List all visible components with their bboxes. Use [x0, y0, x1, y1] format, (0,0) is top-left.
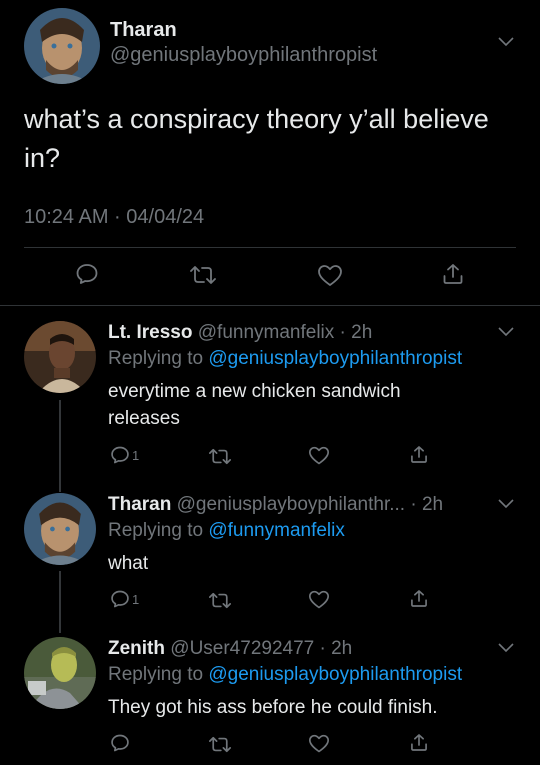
like-button[interactable] [308, 734, 330, 754]
like-icon [308, 734, 330, 754]
reply-display-name[interactable]: Lt. Iresso [108, 322, 192, 343]
chevron-down-icon[interactable] [498, 643, 514, 653]
replying-to-handle[interactable]: @geniusplayboyphilanthropist [208, 664, 462, 685]
replying-to-handle[interactable]: @funnymanfelix [208, 520, 345, 541]
reply-icon [110, 589, 130, 609]
reply-button[interactable]: 1 [110, 589, 139, 609]
like-icon [317, 264, 343, 288]
chevron-down-icon[interactable] [498, 327, 514, 337]
share-button[interactable] [409, 588, 429, 609]
reply-header: Zenith @User47292477 · 2h [108, 638, 352, 660]
retweet-icon [209, 735, 231, 754]
thread-line [59, 400, 61, 492]
reply-text-line1: everytime a new chicken sandwich [108, 381, 401, 402]
retweet-icon [190, 264, 216, 286]
share-button[interactable] [441, 262, 465, 286]
like-button[interactable] [317, 264, 343, 288]
like-button[interactable] [308, 590, 330, 610]
divider [0, 305, 540, 306]
like-icon [308, 446, 330, 466]
share-icon [409, 732, 429, 753]
reply-meta[interactable]: @User47292477 · 2h [170, 638, 352, 659]
share-button[interactable] [409, 732, 429, 753]
reply-meta[interactable]: @geniusplayboyphilanthr... · 2h [177, 494, 443, 515]
share-button[interactable] [409, 444, 429, 465]
avatar-tharan[interactable] [24, 8, 100, 84]
reply-display-name[interactable]: Tharan [108, 494, 171, 515]
main-timestamp: 10:24 AM · 04/04/24 [24, 206, 205, 228]
avatar-lt-iresso[interactable] [24, 321, 96, 393]
like-icon [308, 590, 330, 610]
replying-to-prefix: Replying to [108, 520, 209, 541]
reply-count: 1 [132, 447, 140, 463]
divider [24, 247, 516, 248]
reply-text-line1: what [108, 553, 149, 574]
main-handle[interactable]: @geniusplayboyphilanthropist [110, 44, 377, 67]
retweet-button[interactable] [190, 264, 216, 286]
replying-to: Replying to @geniusplayboyphilanthropist [108, 348, 462, 370]
replying-to-handle[interactable]: @geniusplayboyphilanthropist [208, 348, 462, 369]
avatar-zenith[interactable] [24, 637, 96, 709]
reply-count: 1 [132, 591, 140, 607]
main-tweet-text-line2: in? [24, 143, 61, 173]
reply-button[interactable]: 1 [110, 445, 139, 465]
main-tweet-text-line1: what’s a conspiracy theory y’all believe [24, 104, 489, 134]
retweet-icon [209, 591, 231, 610]
replying-to-prefix: Replying to [108, 664, 209, 685]
main-display-name[interactable]: Tharan [110, 19, 177, 42]
reply-text-line2: releases [108, 408, 180, 429]
replying-to: Replying to @funnymanfelix [108, 520, 345, 542]
chevron-down-icon[interactable] [498, 37, 514, 47]
reply-button[interactable] [110, 733, 130, 753]
reply-display-name[interactable]: Zenith [108, 638, 165, 659]
thread-line [59, 571, 61, 633]
reply-meta[interactable]: @funnymanfelix · 2h [198, 322, 373, 343]
avatar-tharan[interactable] [24, 493, 96, 565]
retweet-icon [209, 447, 231, 466]
replying-to: Replying to @geniusplayboyphilanthropist [108, 664, 462, 686]
like-button[interactable] [308, 446, 330, 466]
reply-icon [110, 733, 130, 753]
reply-text-line1: They got his ass before he could finish. [108, 697, 438, 718]
retweet-button[interactable] [209, 447, 231, 466]
share-icon [409, 444, 429, 465]
chevron-down-icon[interactable] [498, 499, 514, 509]
share-icon [409, 588, 429, 609]
share-icon [441, 262, 465, 286]
reply-button[interactable] [75, 262, 99, 286]
reply-icon [110, 445, 130, 465]
reply-header: Tharan @geniusplayboyphilanthr... · 2h [108, 494, 443, 516]
retweet-button[interactable] [209, 591, 231, 610]
replying-to-prefix: Replying to [108, 348, 209, 369]
reply-icon [75, 262, 99, 286]
retweet-button[interactable] [209, 735, 231, 754]
reply-header: Lt. Iresso @funnymanfelix · 2h [108, 322, 372, 344]
